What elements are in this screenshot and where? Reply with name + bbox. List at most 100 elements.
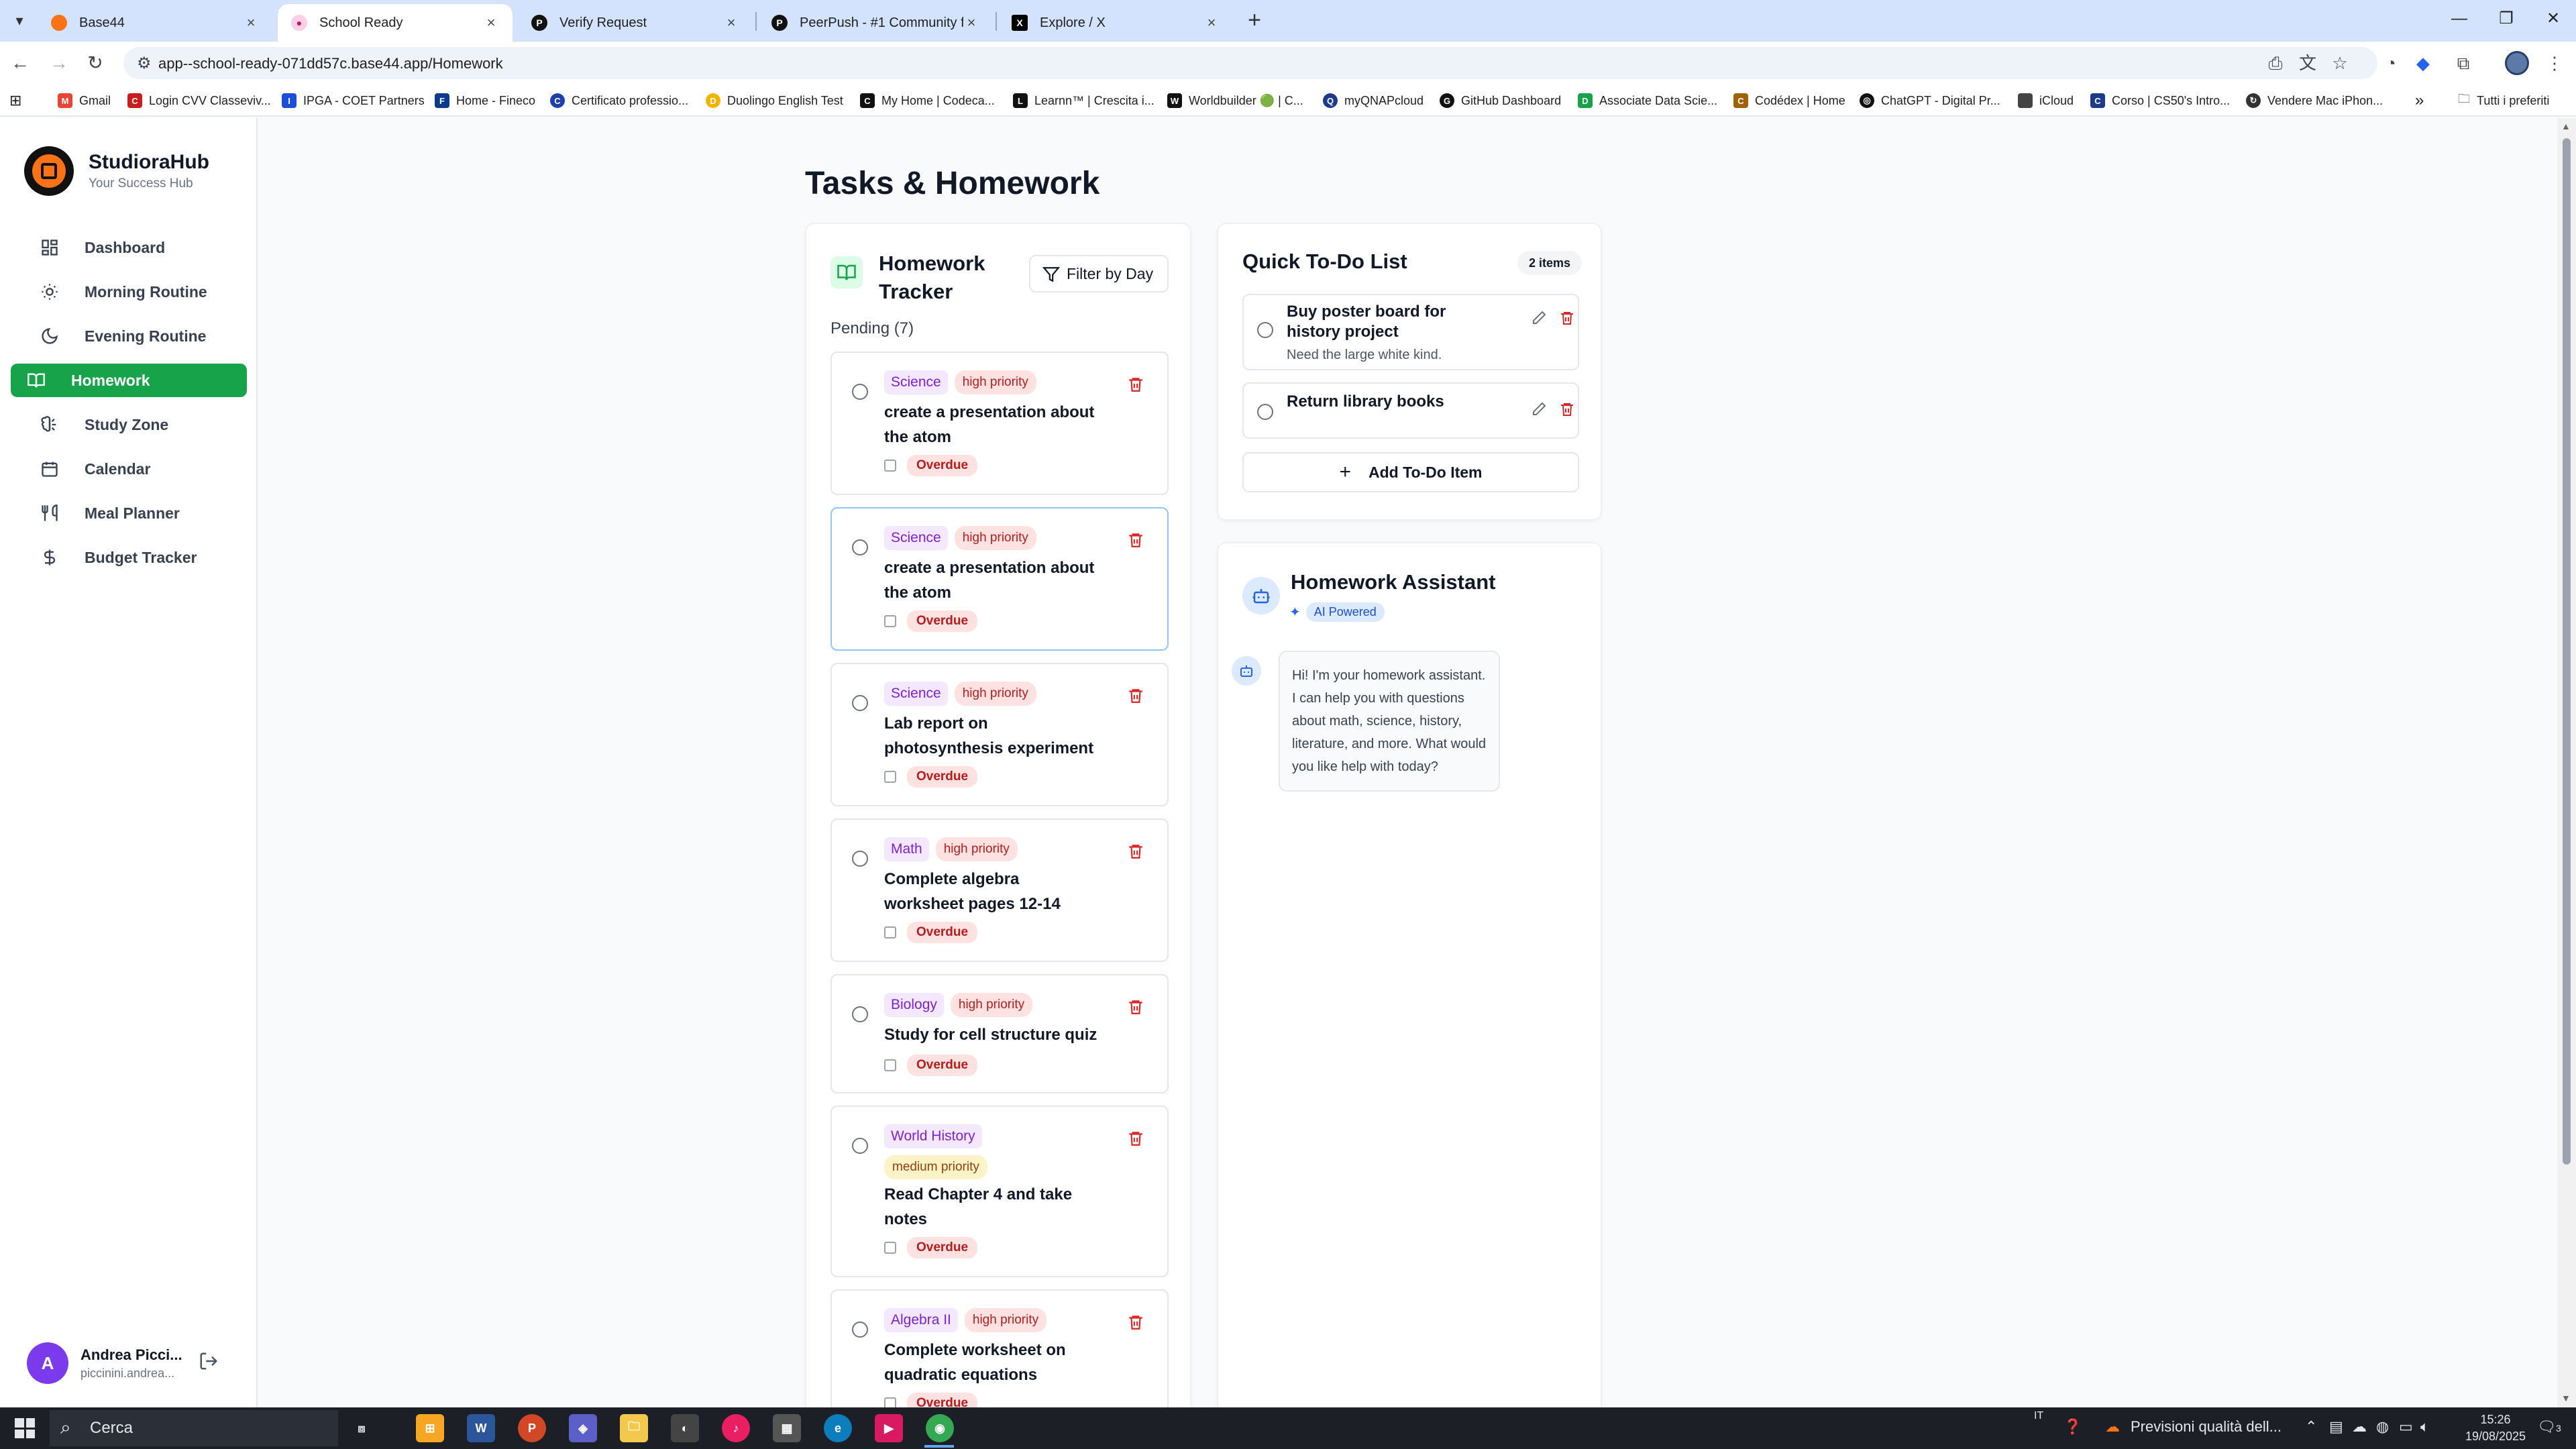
microsoft-store-icon[interactable]: ⊞ bbox=[416, 1414, 444, 1442]
extensions-puzzle-icon[interactable]: ⧉ bbox=[2451, 51, 2475, 75]
bookmark-duolingo[interactable]: D Duolingo English Test bbox=[706, 91, 843, 110]
close-icon[interactable]: × bbox=[963, 14, 979, 32]
bookmark-learnn[interactable]: L Learnn™ | Crescita i... bbox=[1013, 91, 1155, 110]
address-bar[interactable]: ⚙ app--school-ready-071dd57c.base44.app/… bbox=[123, 47, 2377, 79]
delete-task-icon[interactable] bbox=[1127, 1313, 1144, 1331]
close-icon[interactable]: × bbox=[243, 14, 259, 32]
new-tab-button[interactable]: + bbox=[1241, 8, 1268, 35]
task-view-icon[interactable]: ⧈ bbox=[347, 1414, 376, 1442]
word-icon[interactable]: W bbox=[467, 1414, 495, 1442]
bookmark-chatgpt[interactable]: ◎ ChatGPT - Digital Pr... bbox=[1860, 91, 2000, 110]
delete-todo-icon[interactable] bbox=[1559, 401, 1576, 419]
tab-verify-request[interactable]: P Verify Request × bbox=[518, 4, 753, 42]
task-checkbox[interactable] bbox=[852, 695, 868, 711]
page-scrollbar[interactable]: ▲ ▼ bbox=[2557, 118, 2576, 1407]
file-explorer-icon[interactable]: 🗀 bbox=[620, 1414, 648, 1442]
task-checkbox[interactable] bbox=[852, 539, 868, 555]
bookmark-codedex[interactable]: C Codédex | Home bbox=[1733, 91, 1845, 110]
bookmark-gmail[interactable]: M Gmail bbox=[58, 91, 111, 110]
reload-icon[interactable]: ↻ bbox=[83, 51, 107, 75]
delete-task-icon[interactable] bbox=[1127, 1130, 1144, 1147]
bookmark-vendere-mac[interactable]: ↻ Vendere Mac iPhon... bbox=[2246, 91, 2383, 110]
homework-task[interactable]: Algebra II high priority Complete worksh… bbox=[830, 1289, 1169, 1407]
bookmark-codecademy[interactable]: C My Home | Codeca... bbox=[860, 91, 995, 110]
tab-explore-x[interactable]: X Explore / X × bbox=[998, 4, 1233, 42]
edit-icon[interactable] bbox=[1531, 401, 1548, 419]
sidebar-item-homework[interactable]: Homework bbox=[11, 364, 247, 397]
task-checkbox[interactable] bbox=[852, 1138, 868, 1154]
delete-task-icon[interactable] bbox=[1127, 843, 1144, 860]
homework-task[interactable]: Science high priority Lab report on phot… bbox=[830, 663, 1169, 806]
tray-app-icon[interactable]: ◍ bbox=[2376, 1418, 2389, 1436]
bookmark-certificato[interactable]: C Certificato professio... bbox=[550, 91, 688, 110]
close-icon[interactable]: × bbox=[1203, 14, 1220, 32]
add-todo-button[interactable]: + Add To-Do Item bbox=[1242, 452, 1579, 492]
filter-by-day-button[interactable]: Filter by Day bbox=[1029, 255, 1169, 292]
homework-task[interactable]: World History medium priority Read Chapt… bbox=[830, 1106, 1169, 1277]
tab-base44[interactable]: Base44 × bbox=[38, 4, 272, 42]
notifications-icon[interactable]: 🗨︎3 bbox=[2537, 1418, 2561, 1436]
brand[interactable]: StudioraHub Your Success Hub bbox=[24, 146, 209, 196]
chevron-up-icon[interactable]: ⌃ bbox=[2305, 1418, 2317, 1436]
todo-item[interactable]: Return library books bbox=[1242, 382, 1579, 439]
tab-search-icon[interactable]: ▾ bbox=[8, 9, 31, 32]
delete-task-icon[interactable] bbox=[1127, 687, 1144, 704]
restore-icon[interactable]: ❐ bbox=[2486, 5, 2526, 32]
bookmark-star-icon[interactable]: ☆ bbox=[2328, 51, 2352, 75]
todo-checkbox[interactable] bbox=[1257, 404, 1273, 420]
clock[interactable]: 15:26 19/08/2025 bbox=[2455, 1411, 2536, 1445]
scroll-up-icon[interactable]: ▲ bbox=[2561, 121, 2571, 131]
bookmark-classeviva[interactable]: C Login CVV Classeviv... bbox=[127, 91, 271, 110]
install-app-icon[interactable]: ⎙ bbox=[2263, 51, 2288, 75]
close-icon[interactable]: × bbox=[483, 14, 499, 32]
todo-item[interactable]: Buy poster board for history project Nee… bbox=[1242, 294, 1579, 370]
bookmark-ipga[interactable]: I IPGA - COET Partners bbox=[282, 91, 425, 110]
sidebar-item-meal-planner[interactable]: Meal Planner bbox=[11, 496, 247, 530]
task-checkbox[interactable] bbox=[852, 1006, 868, 1022]
extension-icon[interactable]: ◔ bbox=[2379, 51, 2403, 75]
task-checkbox[interactable] bbox=[852, 384, 868, 400]
windows-start-icon[interactable] bbox=[15, 1418, 35, 1438]
input-language[interactable]: IT bbox=[2034, 1410, 2043, 1422]
homework-task[interactable]: Science high priority create a presentat… bbox=[830, 352, 1169, 495]
scrollbar-thumb[interactable] bbox=[2563, 138, 2571, 1165]
extension-icon[interactable]: ◆ bbox=[2411, 51, 2435, 75]
scroll-down-icon[interactable]: ▼ bbox=[2561, 1393, 2571, 1403]
homework-task[interactable]: Science high priority create a presentat… bbox=[830, 507, 1169, 651]
sidebar-item-evening-routine[interactable]: Evening Routine bbox=[11, 319, 247, 353]
task-checkbox[interactable] bbox=[852, 1322, 868, 1338]
bookmark-cs50[interactable]: C Corso | CS50's Intro... bbox=[2090, 91, 2230, 110]
help-icon[interactable]: ❓ bbox=[2063, 1418, 2082, 1436]
close-icon[interactable]: × bbox=[723, 14, 739, 32]
user-profile[interactable]: A Andrea Picci... piccinini.andrea... bbox=[27, 1336, 241, 1390]
back-icon[interactable]: ← bbox=[8, 51, 32, 75]
bookmark-icloud[interactable]: iCloud bbox=[2018, 91, 2074, 110]
onedrive-icon[interactable]: ☁ bbox=[2352, 1418, 2367, 1436]
sidebar-item-study-zone[interactable]: Study Zone bbox=[11, 408, 247, 441]
edge-icon[interactable]: e bbox=[824, 1414, 852, 1442]
todo-checkbox[interactable] bbox=[1257, 322, 1273, 338]
logout-icon[interactable] bbox=[199, 1351, 221, 1374]
delete-task-icon[interactable] bbox=[1127, 531, 1144, 549]
music-icon[interactable]: ♪ bbox=[722, 1414, 750, 1442]
window-close-icon[interactable]: ✕ bbox=[2533, 5, 2573, 32]
calculator-icon[interactable]: ▦ bbox=[773, 1414, 801, 1442]
volume-icon[interactable]: 🔈︎ bbox=[2420, 1418, 2429, 1436]
edit-icon[interactable] bbox=[1531, 310, 1548, 327]
delete-task-icon[interactable] bbox=[1127, 998, 1144, 1016]
weather-text[interactable]: Previsioni qualità dell... bbox=[2131, 1418, 2282, 1436]
media-player-icon[interactable]: ▶ bbox=[875, 1414, 903, 1442]
sidebar-item-morning-routine[interactable]: Morning Routine bbox=[11, 275, 247, 309]
forward-icon[interactable]: → bbox=[47, 51, 71, 75]
tab-school-ready[interactable]: ● School Ready × bbox=[278, 4, 513, 42]
profile-avatar[interactable] bbox=[2505, 51, 2529, 75]
tray-app-icon[interactable]: ▤ bbox=[2329, 1418, 2343, 1436]
apps-grid-icon[interactable]: ⊞ bbox=[9, 91, 21, 110]
more-bookmarks-icon[interactable]: » bbox=[2415, 91, 2424, 110]
delete-task-icon[interactable] bbox=[1127, 376, 1144, 393]
bookmark-associate-data[interactable]: D Associate Data Scie... bbox=[1578, 91, 1717, 110]
task-checkbox[interactable] bbox=[852, 851, 868, 867]
taskbar-search[interactable]: ⌕ Cerca bbox=[50, 1410, 338, 1446]
url-text[interactable]: app--school-ready-071dd57c.base44.app/Ho… bbox=[158, 55, 503, 72]
weather-icon[interactable]: ☁ bbox=[2105, 1418, 2120, 1436]
